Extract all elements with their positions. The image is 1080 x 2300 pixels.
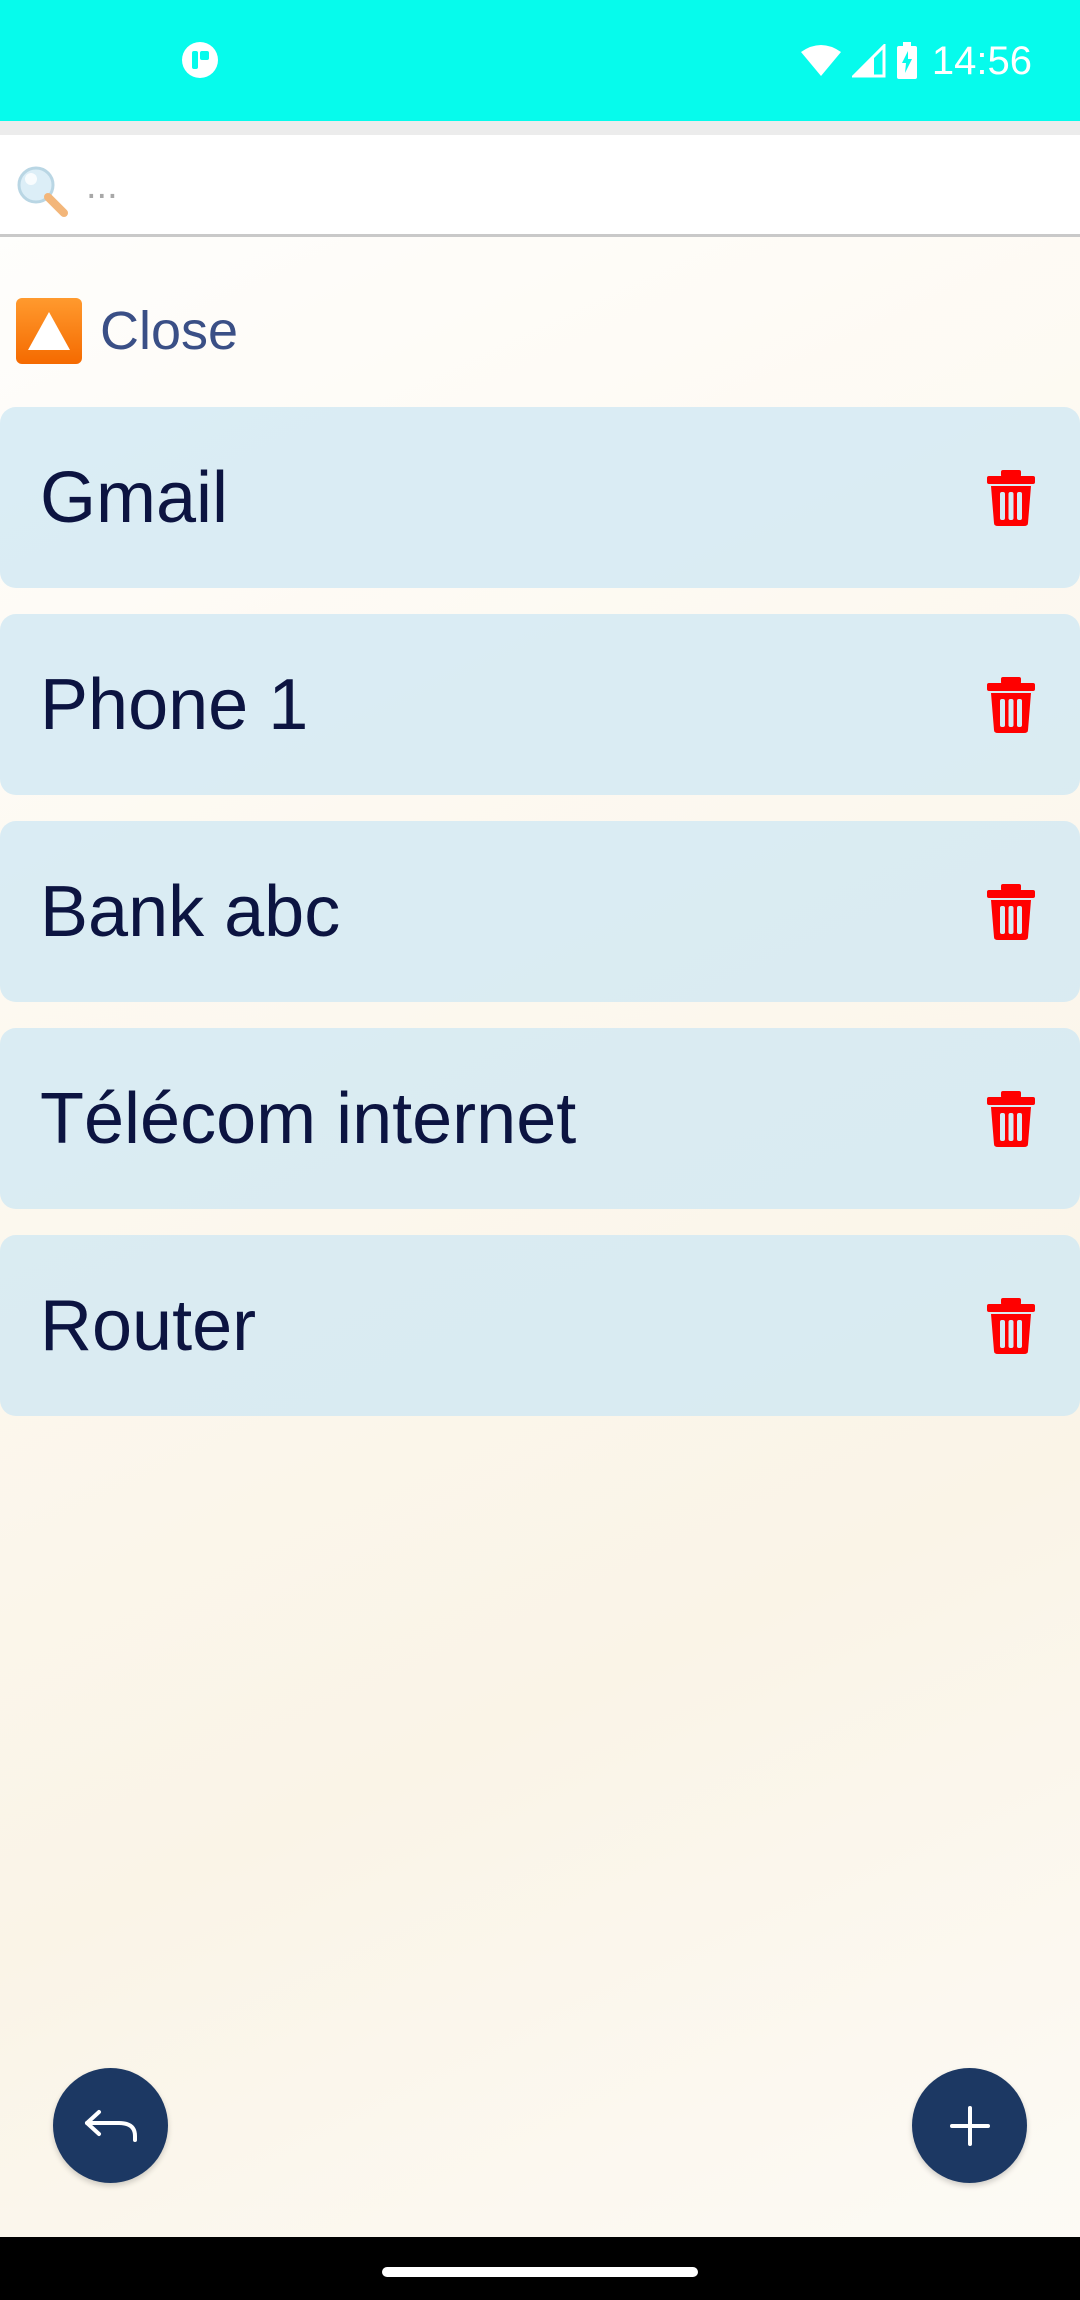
trash-icon[interactable] (986, 883, 1036, 941)
trash-icon[interactable] (986, 676, 1036, 734)
battery-charging-icon (896, 42, 917, 79)
list-item[interactable]: Télécom internet (0, 1028, 1080, 1209)
list-item[interactable]: Phone 1 (0, 614, 1080, 795)
plus-icon (949, 2105, 990, 2146)
undo-arrow-icon (84, 2109, 137, 2142)
trash-icon[interactable] (986, 469, 1036, 527)
wifi-icon (800, 45, 841, 76)
up-triangle-icon (16, 298, 82, 364)
list-item[interactable]: Bank abc (0, 821, 1080, 1002)
search-input[interactable] (84, 157, 1048, 215)
list-item[interactable]: Gmail (0, 407, 1080, 588)
list-item[interactable]: Router (0, 1235, 1080, 1416)
item-list: Gmail Phone 1 Bank abc Télécom internet … (0, 407, 1080, 1442)
close-group-toggle[interactable]: Close (16, 298, 238, 364)
magnifier-icon (17, 166, 68, 217)
home-gesture-handle[interactable] (382, 2267, 698, 2277)
status-bar: 14:56 (0, 0, 1080, 121)
search-divider (0, 121, 1080, 135)
status-icons: 14:56 (800, 36, 1032, 86)
navigation-bar (0, 2237, 1080, 2300)
status-time: 14:56 (931, 38, 1032, 83)
add-button[interactable] (912, 2068, 1027, 2183)
item-name: Router (40, 1285, 257, 1366)
trash-icon[interactable] (986, 1297, 1036, 1355)
item-name: Bank abc (40, 871, 341, 952)
close-label: Close (100, 301, 239, 361)
cell-signal-icon (851, 44, 886, 78)
item-name: Phone 1 (40, 664, 309, 745)
item-name: Gmail (40, 457, 229, 538)
trash-icon[interactable] (986, 1090, 1036, 1148)
search-bar (0, 135, 1080, 237)
item-name: Télécom internet (40, 1078, 577, 1159)
back-button[interactable] (53, 2068, 168, 2183)
app-notification-icon (182, 42, 218, 78)
